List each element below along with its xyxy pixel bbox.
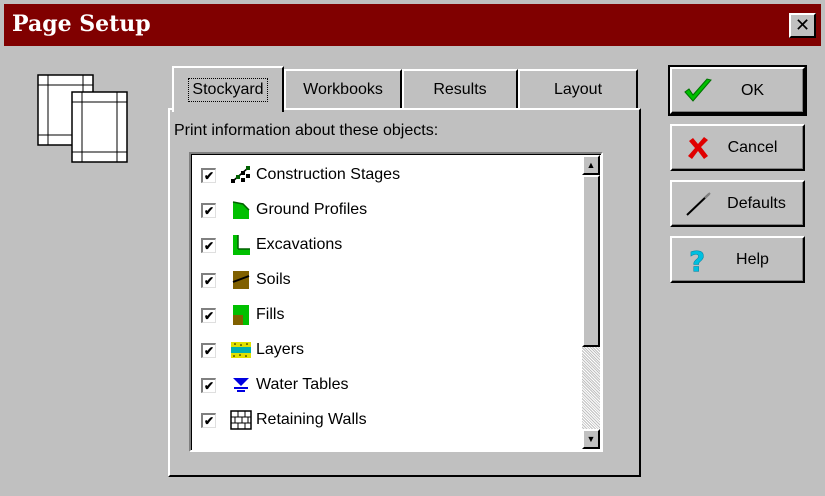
item-label: Fills [256, 306, 285, 323]
arrow-down-icon: ▼ [586, 434, 596, 444]
checkbox[interactable]: ✔ [201, 377, 216, 393]
checkbox[interactable]: ✔ [201, 412, 216, 428]
title-bar: Page Setup ✕ [4, 4, 821, 46]
list-item[interactable]: ✔ Fills [201, 298, 581, 332]
help-label: Help [736, 250, 769, 268]
item-label: Layers [256, 341, 305, 358]
item-label: Excavations [256, 236, 343, 253]
list-item[interactable]: ✔ Excavations [201, 228, 581, 262]
arrow-up-icon: ▲ [586, 160, 596, 170]
excavations-icon [230, 234, 252, 256]
checkbox[interactable]: ✔ [201, 342, 216, 358]
close-button[interactable]: ✕ [789, 13, 816, 38]
checkbox[interactable]: ✔ [201, 272, 216, 288]
cancel-x-icon [682, 133, 714, 163]
list-item[interactable]: ✔ Water Tables [201, 368, 581, 402]
list-item[interactable]: ✔ Layers [201, 333, 581, 367]
list-item[interactable]: ✔ Construction Stages [201, 158, 581, 192]
item-label: Construction Stages [256, 166, 401, 183]
vertical-scrollbar[interactable]: ▲ ▼ [582, 155, 600, 449]
tab-label: Results [433, 81, 487, 98]
item-label: Retaining Walls [256, 411, 367, 428]
scroll-up-button[interactable]: ▲ [582, 155, 600, 175]
cancel-button[interactable]: Cancel [670, 124, 805, 171]
water-tables-icon [230, 374, 252, 396]
window-title: Page Setup [12, 11, 151, 37]
soils-icon [230, 269, 252, 291]
item-label: Water Tables [256, 376, 349, 393]
ok-label: OK [740, 81, 765, 99]
item-label: Soils [256, 271, 291, 288]
tab-label: Stockyard [188, 78, 268, 102]
scroll-thumb[interactable] [582, 175, 600, 347]
tab-stockyard[interactable]: Stockyard [172, 66, 284, 112]
list-item[interactable]: ✔ Retaining Walls [201, 403, 581, 437]
help-question-icon: ? [682, 245, 714, 275]
checkbox[interactable]: ✔ [201, 237, 216, 253]
objects-listbox[interactable]: ✔ Construction Stages ✔ Ground Profiles … [189, 152, 603, 452]
page-setup-dialog: Page Setup ✕ Stockyard Workbooks Results… [0, 0, 825, 496]
layers-icon [230, 339, 252, 361]
item-label: Ground Profiles [256, 201, 368, 218]
scroll-down-button[interactable]: ▼ [582, 429, 600, 449]
ok-button[interactable]: OK [668, 65, 807, 116]
tab-layout[interactable]: Layout [518, 69, 638, 109]
tab-label: Workbooks [303, 81, 383, 98]
ground-profiles-icon [230, 199, 252, 221]
construction-stages-icon [230, 164, 252, 186]
list-item[interactable]: ✔ Ground Profiles [201, 193, 581, 227]
tab-results[interactable]: Results [402, 69, 518, 109]
defaults-button[interactable]: Defaults [670, 180, 805, 227]
cancel-label: Cancel [727, 138, 778, 156]
list-item[interactable]: ✔ Soils [201, 263, 581, 297]
checkbox[interactable]: ✔ [201, 167, 216, 183]
checkbox[interactable]: ✔ [201, 202, 216, 218]
panel-label: Print information about these objects: [174, 122, 439, 139]
tab-label: Layout [553, 81, 603, 98]
pages-icon [37, 74, 129, 169]
tab-workbooks[interactable]: Workbooks [284, 69, 402, 109]
defaults-label: Defaults [727, 194, 786, 212]
wand-icon [682, 189, 714, 219]
svg-text:?: ? [689, 245, 705, 275]
checkbox[interactable]: ✔ [201, 307, 216, 323]
checkmark-icon [682, 76, 714, 106]
close-icon: ✕ [794, 15, 811, 36]
help-button[interactable]: ? Help [670, 236, 805, 283]
fills-icon [230, 304, 252, 326]
retaining-walls-icon [230, 409, 252, 431]
